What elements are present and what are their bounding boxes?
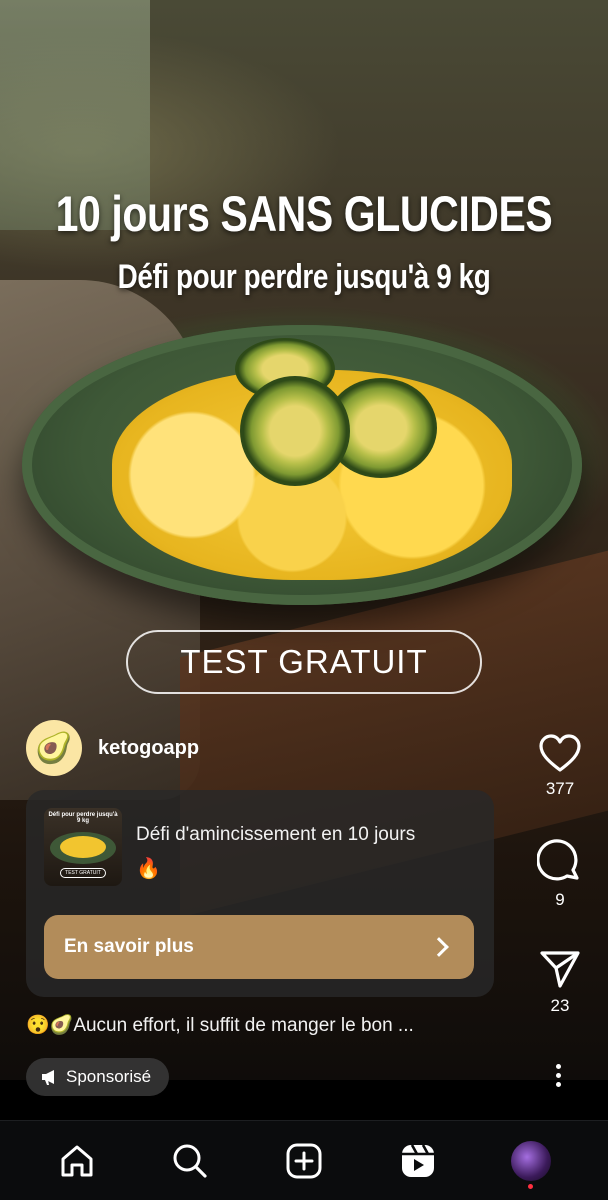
thumbnail-cta: TEST GRATUIT xyxy=(60,868,106,878)
comment-action[interactable]: 9 xyxy=(530,838,590,910)
megaphone-icon xyxy=(42,1070,54,1085)
more-vertical-icon[interactable] xyxy=(556,1064,564,1087)
nav-search[interactable] xyxy=(166,1137,214,1185)
reels-icon[interactable] xyxy=(399,1142,437,1180)
learn-more-button[interactable]: En savoir plus xyxy=(44,915,474,979)
avocado-slice xyxy=(240,376,350,486)
share-count: 23 xyxy=(550,996,570,1015)
author-row[interactable]: 🥑 ketogoapp xyxy=(26,720,199,776)
sponsored-badge[interactable]: Sponsorisé xyxy=(26,1058,170,1096)
profile-avatar[interactable] xyxy=(511,1140,552,1189)
sponsored-label: Sponsorisé xyxy=(66,1067,152,1086)
subheadline: Défi pour perdre jusqu'à 9 kg xyxy=(117,258,491,296)
author-avatar[interactable]: 🥑 xyxy=(26,720,82,776)
nav-reels[interactable] xyxy=(394,1137,442,1185)
author-handle[interactable]: ketogoapp xyxy=(98,737,199,760)
search-icon[interactable] xyxy=(171,1142,209,1180)
nav-profile[interactable] xyxy=(507,1137,555,1189)
overlay-cta: TEST GRATUIT xyxy=(126,630,482,694)
share-action[interactable]: 23 xyxy=(530,948,590,1016)
create-icon[interactable] xyxy=(285,1142,323,1180)
home-icon[interactable] xyxy=(58,1142,96,1180)
nav-create[interactable] xyxy=(280,1137,328,1185)
nav-home[interactable] xyxy=(53,1137,101,1185)
learn-more-label: En savoir plus xyxy=(64,936,194,957)
comment-count: 9 xyxy=(555,890,565,909)
ad-thumbnail[interactable]: Défi pour perdre jusqu'à 9 kg TEST GRATU… xyxy=(44,808,122,886)
like-count: 377 xyxy=(545,779,575,798)
comment-icon[interactable] xyxy=(537,838,583,884)
like-action[interactable]: 377 xyxy=(530,733,590,799)
ad-title: Défi d'amincissement en 10 jours xyxy=(136,824,416,845)
fire-emoji: 🔥 xyxy=(136,858,161,880)
headline: 10 jours SANS GLUCIDES xyxy=(55,186,553,242)
heart-icon[interactable] xyxy=(538,733,582,773)
bottom-navigation xyxy=(0,1120,608,1200)
send-icon[interactable] xyxy=(538,948,582,990)
post-caption[interactable]: 😯🥑Aucun effort, il suffit de manger le b… xyxy=(26,1013,414,1037)
chevron-right-icon xyxy=(429,937,449,957)
thumbnail-eggs xyxy=(60,836,106,858)
thumbnail-text: Défi pour perdre jusqu'à 9 kg xyxy=(48,812,118,824)
ad-card[interactable]: Défi pour perdre jusqu'à 9 kg TEST GRATU… xyxy=(26,790,494,997)
